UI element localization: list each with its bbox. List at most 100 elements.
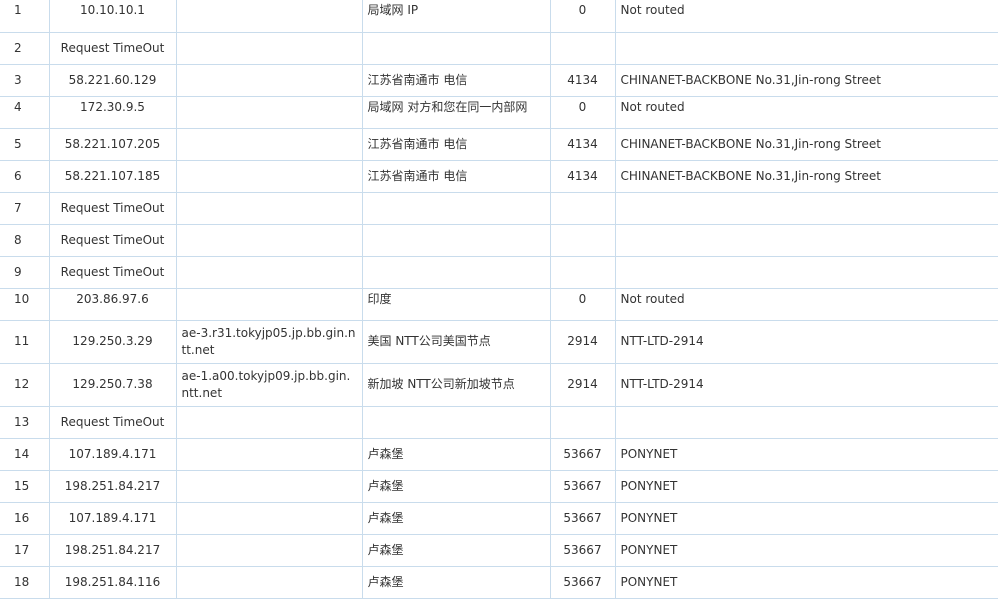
location: 卢森堡 [362, 502, 551, 535]
hop-number: 9 [0, 256, 50, 289]
table-row: 4 172.30.9.5 局域网 对方和您在同一内部网 0 Not routed [0, 96, 998, 129]
table-row: 15 198.251.84.217 卢森堡 53667 PONYNET [0, 470, 998, 503]
hop-number: 10 [0, 288, 50, 321]
network-name: Not routed [615, 288, 998, 321]
as-number [550, 256, 616, 289]
location: 卢森堡 [362, 438, 551, 471]
location: 卢森堡 [362, 470, 551, 503]
as-number: 4134 [550, 128, 616, 161]
location: 美国 NTT公司美国节点 [362, 320, 551, 364]
traceroute-table: 1 10.10.10.1 局域网 IP 0 Not routed 2 Reque… [0, 0, 998, 599]
location: 印度 [362, 288, 551, 321]
network-name: CHINANET-BACKBONE No.31,Jin-rong Street [615, 128, 998, 161]
hostname [176, 0, 363, 33]
ip-address: Request TimeOut [49, 256, 177, 289]
network-name: NTT-LTD-2914 [615, 363, 998, 407]
network-name: PONYNET [615, 470, 998, 503]
location: 江苏省南通市 电信 [362, 128, 551, 161]
table-row: 3 58.221.60.129 江苏省南通市 电信 4134 CHINANET-… [0, 64, 998, 97]
hop-number: 8 [0, 224, 50, 257]
hostname [176, 224, 363, 257]
network-name: CHINANET-BACKBONE No.31,Jin-rong Street [615, 160, 998, 193]
table-row: 14 107.189.4.171 卢森堡 53667 PONYNET [0, 438, 998, 471]
table-row: 11 129.250.3.29 ae-3.r31.tokyjp05.jp.bb.… [0, 320, 998, 364]
location: 江苏省南通市 电信 [362, 160, 551, 193]
hostname [176, 128, 363, 161]
location [362, 406, 551, 439]
hostname [176, 470, 363, 503]
ip-address: 198.251.84.217 [49, 470, 177, 503]
location [362, 224, 551, 257]
ip-address: 58.221.107.185 [49, 160, 177, 193]
as-number: 2914 [550, 320, 616, 364]
hop-number: 12 [0, 363, 50, 407]
ip-address: 198.251.84.217 [49, 534, 177, 567]
table-row: 16 107.189.4.171 卢森堡 53667 PONYNET [0, 502, 998, 535]
location [362, 256, 551, 289]
hostname [176, 32, 363, 65]
hostname: ae-1.a00.tokyjp09.jp.bb.gin.ntt.net [176, 363, 363, 407]
hostname [176, 438, 363, 471]
ip-address: Request TimeOut [49, 192, 177, 225]
hostname [176, 534, 363, 567]
as-number: 2914 [550, 363, 616, 407]
table-row: 8 Request TimeOut [0, 224, 998, 257]
as-number: 53667 [550, 534, 616, 567]
ip-address: Request TimeOut [49, 406, 177, 439]
as-number: 53667 [550, 502, 616, 535]
hostname [176, 566, 363, 599]
as-number: 0 [550, 288, 616, 321]
location: 局域网 对方和您在同一内部网 [362, 96, 551, 129]
ip-address: 203.86.97.6 [49, 288, 177, 321]
hostname [176, 192, 363, 225]
network-name: PONYNET [615, 534, 998, 567]
hostname: ae-3.r31.tokyjp05.jp.bb.gin.ntt.net [176, 320, 363, 364]
as-number: 53667 [550, 470, 616, 503]
hop-number: 16 [0, 502, 50, 535]
table-row: 7 Request TimeOut [0, 192, 998, 225]
location: 江苏省南通市 电信 [362, 64, 551, 97]
network-name: Not routed [615, 0, 998, 33]
hop-number: 13 [0, 406, 50, 439]
ip-address: Request TimeOut [49, 224, 177, 257]
table-row: 5 58.221.107.205 江苏省南通市 电信 4134 CHINANET… [0, 128, 998, 161]
location: 卢森堡 [362, 566, 551, 599]
location: 局域网 IP [362, 0, 551, 33]
network-name [615, 32, 998, 65]
network-name [615, 406, 998, 439]
table-row: 10 203.86.97.6 印度 0 Not routed [0, 288, 998, 321]
ip-address: 129.250.7.38 [49, 363, 177, 407]
location: 新加坡 NTT公司新加坡节点 [362, 363, 551, 407]
ip-address: 107.189.4.171 [49, 502, 177, 535]
hostname [176, 502, 363, 535]
ip-address: 58.221.60.129 [49, 64, 177, 97]
location: 卢森堡 [362, 534, 551, 567]
as-number [550, 224, 616, 257]
table-row: 18 198.251.84.116 卢森堡 53667 PONYNET [0, 566, 998, 599]
network-name: Not routed [615, 96, 998, 129]
table-row: 9 Request TimeOut [0, 256, 998, 289]
hostname [176, 96, 363, 129]
hop-number: 4 [0, 96, 50, 129]
hostname [176, 406, 363, 439]
hop-number: 17 [0, 534, 50, 567]
hostname [176, 288, 363, 321]
as-number [550, 32, 616, 65]
hop-number: 1 [0, 0, 50, 33]
as-number [550, 406, 616, 439]
network-name: CHINANET-BACKBONE No.31,Jin-rong Street [615, 64, 998, 97]
network-name: PONYNET [615, 566, 998, 599]
ip-address: 107.189.4.171 [49, 438, 177, 471]
hop-number: 15 [0, 470, 50, 503]
ip-address: 58.221.107.205 [49, 128, 177, 161]
hostname [176, 160, 363, 193]
as-number: 53667 [550, 566, 616, 599]
hop-number: 2 [0, 32, 50, 65]
table-row: 17 198.251.84.217 卢森堡 53667 PONYNET [0, 534, 998, 567]
as-number: 53667 [550, 438, 616, 471]
ip-address: 10.10.10.1 [49, 0, 177, 33]
hop-number: 7 [0, 192, 50, 225]
ip-address: 198.251.84.116 [49, 566, 177, 599]
network-name: PONYNET [615, 438, 998, 471]
network-name [615, 224, 998, 257]
